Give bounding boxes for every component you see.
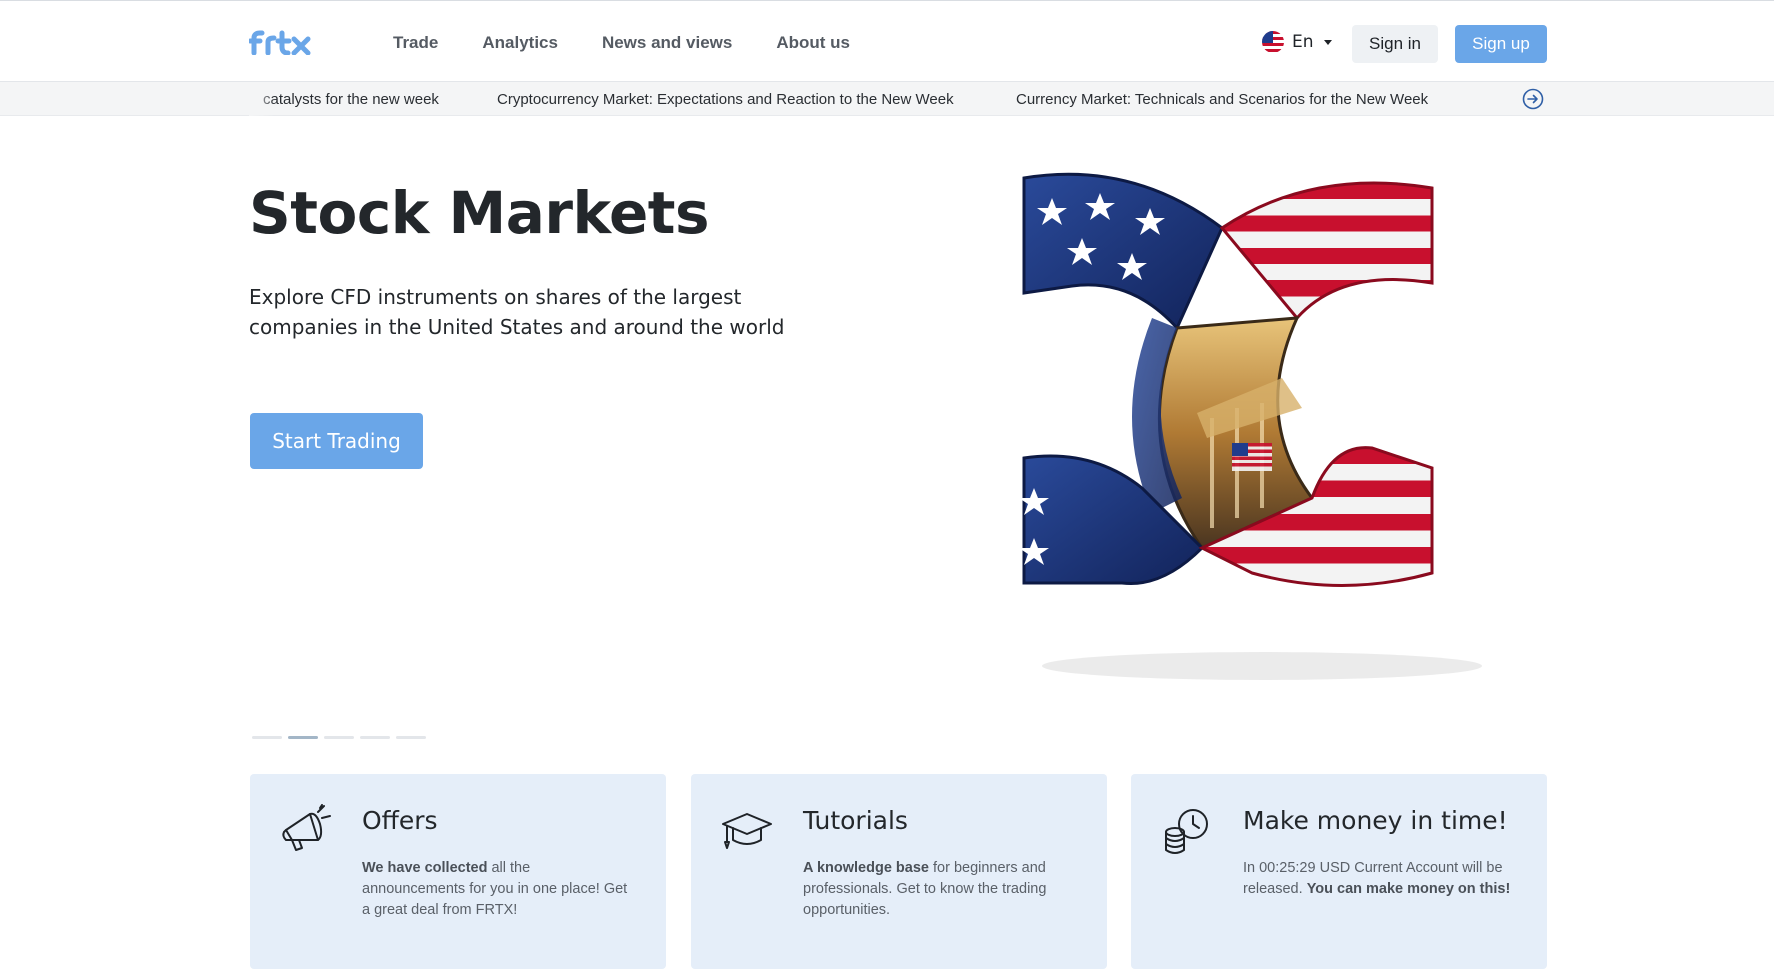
tutorials-card[interactable]: Tutorials A knowledge base for beginners… [691, 774, 1107, 969]
ticker-item[interactable]: Currency Market: Technicals and Scenario… [1016, 91, 1428, 108]
ticker-item[interactable]: catalysts for the new week [263, 91, 439, 108]
start-trading-button[interactable]: Start Trading [250, 413, 423, 469]
ticker-track: catalysts for the new week Cryptocurrenc… [249, 82, 1445, 116]
arrow-right-circle-icon[interactable] [1522, 88, 1544, 110]
offers-card[interactable]: Offers We have collected all the announc… [250, 774, 666, 969]
language-selector[interactable]: En [1262, 31, 1332, 53]
news-ticker: catalysts for the new week Cryptocurrenc… [0, 82, 1774, 116]
card-text-bold: You can make money on this! [1306, 881, 1511, 897]
slide-dot[interactable] [324, 736, 354, 739]
nav-about-us[interactable]: About us [776, 33, 850, 53]
flag-s-emblem-image [1019, 172, 1482, 680]
sign-in-button[interactable]: Sign in [1352, 25, 1438, 63]
graduation-cap-icon [722, 813, 772, 849]
card-text: A knowledge base for beginners and profe… [803, 858, 1073, 921]
site-header: Trade Analytics News and views About us … [0, 1, 1774, 82]
card-title: Tutorials [803, 806, 908, 835]
card-title: Offers [362, 806, 438, 835]
card-text: We have collected all the announcements … [362, 858, 632, 921]
main-nav: Trade Analytics News and views About us [393, 33, 894, 53]
ticker-item[interactable]: Cryptocurrency Market: Expectations and … [497, 91, 954, 108]
card-title: Make money in time! [1243, 806, 1508, 835]
slide-indicators [252, 736, 426, 739]
hero-title: Stock Markets [249, 179, 710, 247]
sign-up-button[interactable]: Sign up [1455, 25, 1547, 63]
hero-subtitle: Explore CFD instruments on shares of the… [249, 285, 785, 339]
slide-dot[interactable] [252, 736, 282, 739]
language-label: En [1292, 32, 1314, 52]
nav-trade[interactable]: Trade [393, 33, 438, 53]
ticker-fade [249, 82, 275, 116]
chevron-down-icon [1323, 39, 1332, 45]
card-text-bold: We have collected [362, 860, 488, 876]
card-text: In 00:25:29 USD Current Account will be … [1243, 858, 1513, 900]
megaphone-icon [282, 804, 331, 851]
nav-analytics[interactable]: Analytics [482, 33, 558, 53]
make-money-card[interactable]: Make money in time! In 00:25:29 USD Curr… [1131, 774, 1547, 969]
nav-news-and-views[interactable]: News and views [602, 33, 732, 53]
us-flag-icon [1262, 31, 1284, 53]
card-text-bold: A knowledge base [803, 860, 929, 876]
slide-dot[interactable] [360, 736, 390, 739]
slide-dot[interactable] [396, 736, 426, 739]
frtx-logo[interactable] [249, 29, 313, 55]
coins-clock-icon [1165, 809, 1208, 854]
slide-dot-active[interactable] [288, 736, 318, 739]
